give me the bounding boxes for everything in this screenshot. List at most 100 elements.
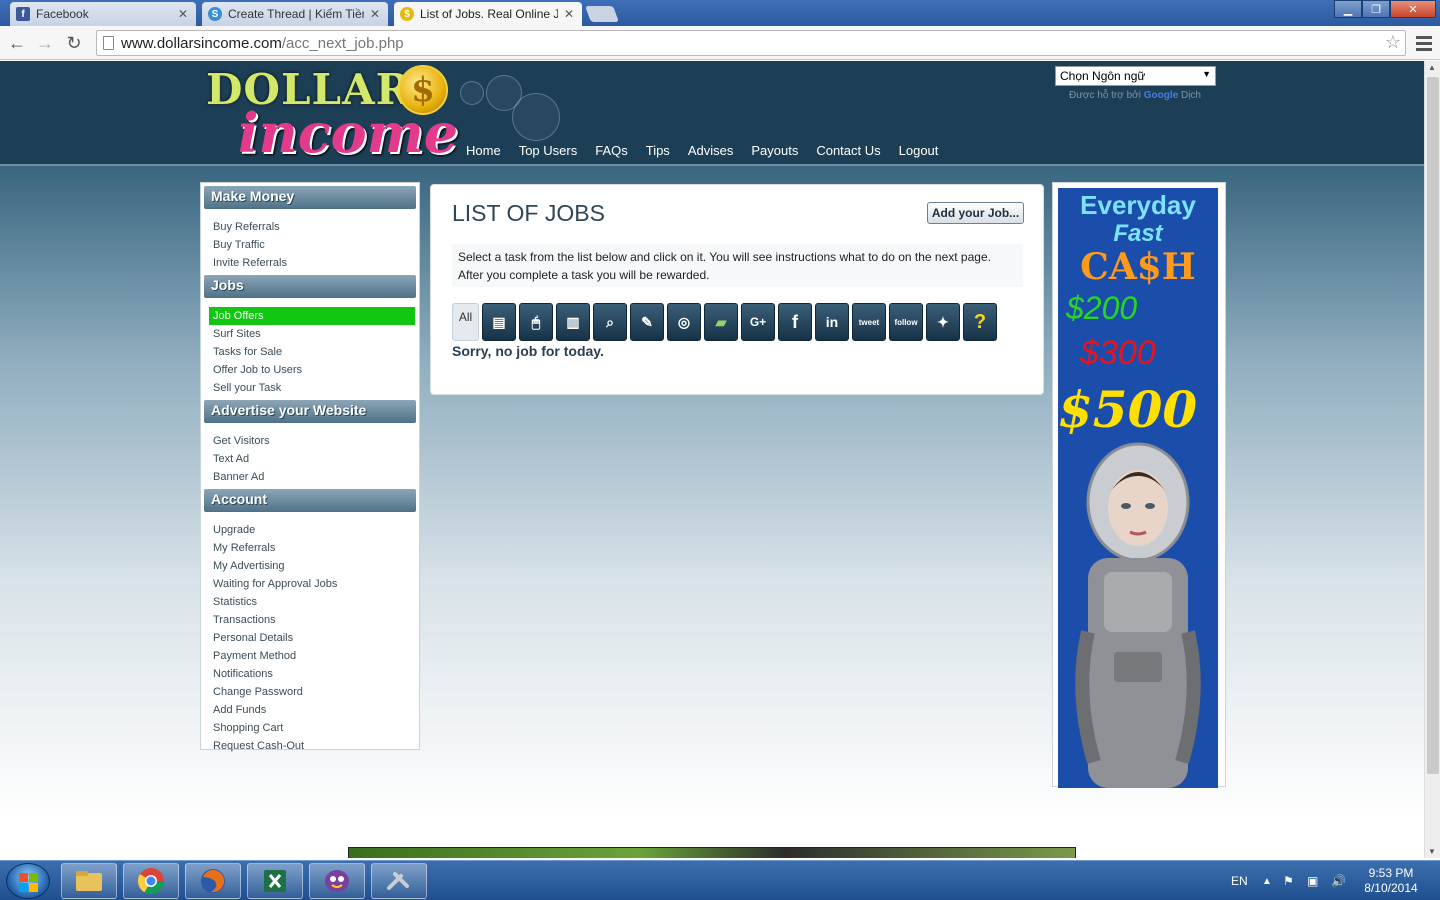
sidebar-item-buy-traffic[interactable]: Buy Traffic xyxy=(201,236,419,254)
tab-close-icon[interactable]: ✕ xyxy=(178,7,188,21)
sidebar-item-transactions[interactable]: Transactions xyxy=(201,611,419,629)
sidebar-item-job-offers[interactable]: Job Offers xyxy=(209,307,415,325)
sidebar-item-waiting-approval[interactable]: Waiting for Approval Jobs xyxy=(201,575,419,593)
minimize-icon[interactable]: ▁ xyxy=(1334,0,1362,18)
network-icon[interactable]: ▣ xyxy=(1307,861,1318,900)
section-make-money: Make Money xyxy=(204,186,416,209)
language-indicator[interactable]: EN xyxy=(1231,861,1248,900)
sidebar-item-payment-method[interactable]: Payment Method xyxy=(201,647,419,665)
nav-advises[interactable]: Advises xyxy=(688,143,734,158)
logo-income[interactable]: income xyxy=(238,101,458,165)
instruction-line: Select a task from the list below and cl… xyxy=(458,250,991,264)
scrollbar-thumb[interactable] xyxy=(1427,77,1439,774)
sidebar-item-offer-job[interactable]: Offer Job to Users xyxy=(201,361,419,379)
nav-contact-us[interactable]: Contact Us xyxy=(816,143,880,158)
maximize-icon[interactable]: ❐ xyxy=(1362,0,1390,18)
twitter-tweet-icon[interactable]: tweet xyxy=(852,303,886,341)
sidebar-item-upgrade[interactable]: Upgrade xyxy=(201,521,419,539)
linkedin-icon[interactable]: in xyxy=(815,303,849,341)
search-document-icon[interactable]: ⌕ xyxy=(593,303,627,341)
sidebar-item-my-advertising[interactable]: My Advertising xyxy=(201,557,419,575)
form-icon[interactable]: ▤ xyxy=(482,303,516,341)
sidebar-item-notifications[interactable]: Notifications xyxy=(201,665,419,683)
nav-tips[interactable]: Tips xyxy=(646,143,670,158)
google-plus-icon[interactable]: G+ xyxy=(741,303,775,341)
add-job-button[interactable]: Add your Job... xyxy=(927,202,1024,224)
twitter-follow-icon[interactable]: follow xyxy=(889,303,923,341)
jobs-panel: LIST OF JOBS Add your Job... Select a ta… xyxy=(430,184,1044,395)
back-icon[interactable]: ← xyxy=(5,31,29,55)
pen-icon[interactable]: ✎ xyxy=(630,303,664,341)
system-clock[interactable]: 9:53 PM 8/10/2014 xyxy=(1356,866,1426,896)
address-bar[interactable]: www.dollarsincome.com/acc_next_job.php ☆ xyxy=(96,30,1406,56)
question-icon[interactable]: ? xyxy=(963,303,997,341)
money-icon[interactable]: ▰ xyxy=(704,303,738,341)
account-list: Upgrade My Referrals My Advertising Wait… xyxy=(201,512,419,755)
firefox-icon[interactable] xyxy=(185,863,241,899)
sidebar-item-sell-task[interactable]: Sell your Task xyxy=(201,379,419,397)
facebook-favicon-icon: f xyxy=(16,7,30,21)
advertise-list: Get Visitors Text Ad Banner Ad xyxy=(201,423,419,486)
tools-icon[interactable] xyxy=(371,863,427,899)
action-center-flag-icon[interactable]: ⚑ xyxy=(1283,861,1294,900)
new-tab-button[interactable] xyxy=(585,6,619,22)
tab-close-icon[interactable]: ✕ xyxy=(564,7,574,21)
make-money-list: Buy Referrals Buy Traffic Invite Referra… xyxy=(201,209,419,272)
sidebar-item-buy-referrals[interactable]: Buy Referrals xyxy=(201,218,419,236)
tab-list-of-jobs[interactable]: $ List of Jobs. Real Online Jo ✕ xyxy=(394,2,582,26)
language-select[interactable]: Chọn Ngôn ngữ ▼ xyxy=(1055,66,1216,86)
sidebar-item-invite-referrals[interactable]: Invite Referrals xyxy=(201,254,419,272)
translate-text[interactable]: Dịch xyxy=(1181,90,1201,101)
sidebar-item-banner-ad[interactable]: Banner Ad xyxy=(201,468,419,486)
tab-close-icon[interactable]: ✕ xyxy=(370,7,380,21)
empty-jobs-message: Sorry, no job for today. xyxy=(452,343,604,359)
forward-icon[interactable]: → xyxy=(33,31,57,55)
tab-title: Create Thread | Kiếm Tiền xyxy=(228,7,364,21)
instructions-box: Select a task from the list below and cl… xyxy=(452,244,1023,287)
sidebar-item-request-cashout[interactable]: Request Cash-Out xyxy=(201,737,419,755)
bookmark-star-icon[interactable]: ☆ xyxy=(1385,32,1401,53)
sidebar-item-personal-details[interactable]: Personal Details xyxy=(201,629,419,647)
gamepad-icon[interactable]: ◎ xyxy=(667,303,701,341)
reload-icon[interactable]: ↻ xyxy=(62,31,86,55)
close-window-icon[interactable]: ✕ xyxy=(1390,0,1436,18)
scroll-up-icon[interactable]: ▲ xyxy=(1428,63,1436,72)
sidebar-item-surf-sites[interactable]: Surf Sites xyxy=(201,325,419,343)
sidebar-item-my-referrals[interactable]: My Referrals xyxy=(201,539,419,557)
sidebar-item-tasks-for-sale[interactable]: Tasks for Sale xyxy=(201,343,419,361)
page-title: LIST OF JOBS xyxy=(452,200,605,226)
page-scrollbar[interactable]: ▲ ▼ xyxy=(1424,61,1440,858)
chrome-menu-icon[interactable] xyxy=(1414,33,1434,53)
sidebar-item-add-funds[interactable]: Add Funds xyxy=(201,701,419,719)
excel-icon[interactable] xyxy=(247,863,303,899)
sidebar-item-text-ad[interactable]: Text Ad xyxy=(201,450,419,468)
tab-create-thread[interactable]: S Create Thread | Kiếm Tiền ✕ xyxy=(202,2,388,26)
chrome-icon[interactable] xyxy=(123,863,179,899)
yahoo-messenger-icon[interactable] xyxy=(309,863,365,899)
google-logo[interactable]: Google xyxy=(1144,90,1178,101)
nav-logout[interactable]: Logout xyxy=(899,143,939,158)
scroll-down-icon[interactable]: ▼ xyxy=(1428,847,1436,856)
tab-facebook[interactable]: f Facebook ✕ xyxy=(10,2,196,26)
sidebar-item-get-visitors[interactable]: Get Visitors xyxy=(201,432,419,450)
satellite-icon[interactable]: ✦ xyxy=(926,303,960,341)
sidebar-item-change-password[interactable]: Change Password xyxy=(201,683,419,701)
facebook-icon[interactable]: f xyxy=(778,303,812,341)
nav-top-users[interactable]: Top Users xyxy=(519,143,578,158)
nav-payouts[interactable]: Payouts xyxy=(751,143,798,158)
dropdown-arrow-icon: ▼ xyxy=(1202,69,1211,79)
show-hidden-icons-icon[interactable]: ▲ xyxy=(1262,861,1272,900)
nav-faqs[interactable]: FAQs xyxy=(595,143,628,158)
decor-bubble xyxy=(460,81,484,105)
mouse-icon[interactable]: 🖱 xyxy=(519,303,553,341)
sidebar-item-statistics[interactable]: Statistics xyxy=(201,593,419,611)
start-button-icon[interactable] xyxy=(6,863,50,899)
nav-home[interactable]: Home xyxy=(466,143,501,158)
ad-banner[interactable]: Everyday Fast CA$H $200 $300 $500 xyxy=(1058,188,1218,788)
document-icon[interactable]: ▥ xyxy=(556,303,590,341)
volume-icon[interactable]: 🔊 xyxy=(1331,861,1346,900)
file-explorer-icon[interactable] xyxy=(61,863,117,899)
bottom-ad-banner[interactable] xyxy=(348,847,1076,858)
category-all-button[interactable]: All xyxy=(452,303,479,341)
sidebar-item-shopping-cart[interactable]: Shopping Cart xyxy=(201,719,419,737)
